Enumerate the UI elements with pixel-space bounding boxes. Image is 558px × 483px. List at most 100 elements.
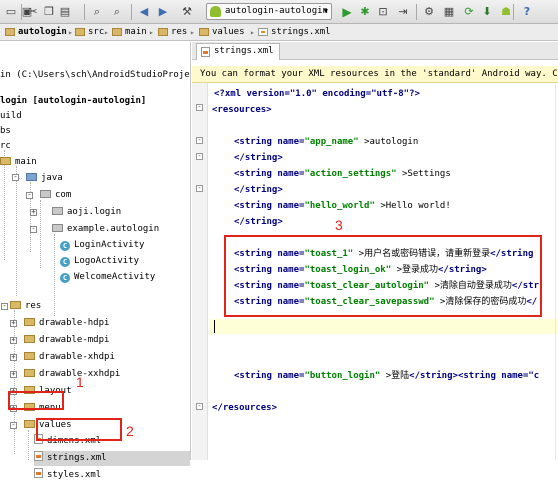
help-icon[interactable]: ?: [520, 5, 534, 19]
fold-collapse-icon[interactable]: -: [196, 104, 203, 111]
code-line: </string>: [234, 217, 283, 227]
run-icon[interactable]: ▶: [340, 5, 354, 19]
tree-item-class[interactable]: C LogoActivity: [60, 254, 139, 269]
tree-item-drawable-xhdpi[interactable]: drawable-xhdpi: [24, 350, 115, 365]
chevron-down-icon: ▼: [323, 7, 328, 15]
toolbar-separator: [131, 4, 132, 20]
paste-icon[interactable]: ▤: [58, 5, 72, 19]
breadcrumb-item[interactable]: src: [74, 24, 104, 41]
avd-icon[interactable]: ☗: [499, 5, 513, 19]
toolbar-separator: [416, 4, 417, 20]
tree-item-src[interactable]: rc: [0, 139, 11, 154]
format-notification-banner: You can format your XML resources in the…: [192, 66, 558, 83]
folder-open-icon[interactable]: ▭: [4, 5, 18, 19]
tree-item-java[interactable]: java: [26, 171, 63, 186]
source-folder-icon: [26, 173, 37, 181]
tree-item-com[interactable]: com: [40, 188, 71, 203]
editor-gutter: - - - - -: [192, 83, 208, 460]
settings-icon[interactable]: ⚙: [422, 5, 436, 19]
folder-icon: [5, 28, 15, 36]
code-line: <resources>: [212, 105, 272, 115]
annotation-label-3: 3: [335, 217, 343, 233]
fold-collapse-icon[interactable]: -: [196, 185, 203, 192]
back-icon[interactable]: ◀: [137, 5, 151, 19]
class-icon: C: [60, 257, 70, 267]
breadcrumb-item[interactable]: main: [111, 24, 147, 41]
replace-icon[interactable]: ⌕: [110, 5, 124, 19]
build-icon[interactable]: ⚒: [180, 5, 194, 19]
project-root-path: in (C:\Users\sch\AndroidStudioProje: [0, 70, 190, 80]
chevron-right-icon: ▸: [104, 28, 109, 37]
code-line: <string name="hello_world" >Hello world!: [234, 201, 451, 211]
tab-strings-xml[interactable]: strings.xml: [196, 43, 280, 60]
android-icon: [210, 6, 221, 17]
class-icon: C: [60, 273, 70, 283]
attach-icon[interactable]: ⊡: [376, 5, 390, 19]
tree-collapse-icon[interactable]: -: [10, 422, 17, 429]
tree-guide: [16, 166, 17, 296]
tree-item-libs[interactable]: bs: [0, 124, 11, 139]
tree-item-class[interactable]: C WelcomeActivity: [60, 270, 155, 285]
breadcrumb-item[interactable]: strings.xml: [257, 24, 331, 41]
tree-item-package-aoji[interactable]: aoji.login: [52, 205, 121, 220]
chevron-right-icon: ▸: [149, 28, 154, 37]
code-line: <string name="action_settings" >Settings: [234, 169, 451, 179]
tree-item-module[interactable]: login [autologin-autologin]: [0, 94, 146, 109]
folder-icon: [199, 28, 209, 36]
tree-expand-icon[interactable]: +: [10, 337, 17, 344]
code-line: </string>: [234, 153, 283, 163]
package-icon: [52, 224, 63, 232]
folder-icon: [24, 420, 35, 428]
run-configuration-select[interactable]: autologin-autologin ▼: [206, 3, 332, 20]
chevron-right-icon: ▸: [190, 28, 195, 37]
fold-collapse-icon[interactable]: -: [196, 137, 203, 144]
tree-item-styles-xml[interactable]: styles.xml: [34, 468, 101, 483]
xml-file-icon: [201, 47, 210, 57]
text-caret: [214, 320, 215, 333]
tree-guide: [28, 430, 29, 460]
tree-guide: [40, 200, 41, 268]
xml-file-icon: [258, 28, 268, 36]
debug-icon[interactable]: ✱: [358, 5, 372, 19]
tree-expand-icon[interactable]: +: [30, 209, 37, 216]
breadcrumb-item[interactable]: res: [157, 24, 187, 41]
breadcrumb-item[interactable]: values: [198, 24, 245, 41]
cut-icon[interactable]: ✂: [26, 5, 40, 19]
tree-item-class[interactable]: C LoginActivity: [60, 238, 144, 253]
toolbar-separator: [84, 4, 85, 20]
tree-item-drawable-mdpi[interactable]: drawable-mdpi: [24, 333, 109, 348]
code-line: <string name="app_name" >autologin: [234, 137, 419, 147]
annotation-label-1: 1: [76, 374, 84, 390]
class-icon: C: [60, 241, 70, 251]
folder-icon: [0, 157, 11, 165]
tree-collapse-icon[interactable]: -: [30, 226, 37, 233]
tree-guide: [54, 234, 55, 316]
tree-expand-icon[interactable]: +: [10, 371, 17, 378]
annotation-box-toast-strings: [224, 235, 542, 317]
step-icon[interactable]: ⇥: [396, 5, 410, 19]
code-line: </string>: [234, 185, 283, 195]
code-line: <string name="button_login" >登陆</string>…: [234, 371, 540, 381]
fold-collapse-icon[interactable]: -: [196, 153, 203, 160]
sync-icon[interactable]: ⟳: [462, 5, 476, 19]
tree-item-main[interactable]: main: [0, 155, 37, 170]
copy-icon[interactable]: ❐: [42, 5, 56, 19]
folder-icon: [24, 369, 35, 377]
main-toolbar: ▭ ▣ ✂ ❐ ▤ ⌕ ⌕ ◀ ▶ ⚒ autologin-autologin …: [0, 0, 558, 24]
tree-collapse-icon[interactable]: -: [26, 192, 33, 199]
tree-item-build[interactable]: uild: [0, 109, 22, 124]
tree-expand-icon[interactable]: +: [10, 354, 17, 361]
tree-item-drawable-xxhdpi[interactable]: drawable-xxhdpi: [24, 367, 120, 382]
find-icon[interactable]: ⌕: [90, 5, 104, 19]
breadcrumb-item[interactable]: autologin: [4, 24, 67, 41]
tree-collapse-icon[interactable]: -: [12, 174, 19, 181]
tree-item-drawable-hdpi[interactable]: drawable-hdpi: [24, 316, 109, 331]
structure-icon[interactable]: ▦: [442, 5, 456, 19]
tree-collapse-icon[interactable]: -: [1, 303, 8, 310]
tree-item-strings-xml[interactable]: strings.xml: [34, 451, 190, 466]
forward-icon[interactable]: ▶: [156, 5, 170, 19]
tree-item-package-example[interactable]: example.autologin: [52, 222, 159, 237]
tree-expand-icon[interactable]: +: [10, 320, 17, 327]
sdk-manager-icon[interactable]: ⬇: [480, 5, 494, 19]
fold-collapse-icon[interactable]: -: [196, 403, 203, 410]
